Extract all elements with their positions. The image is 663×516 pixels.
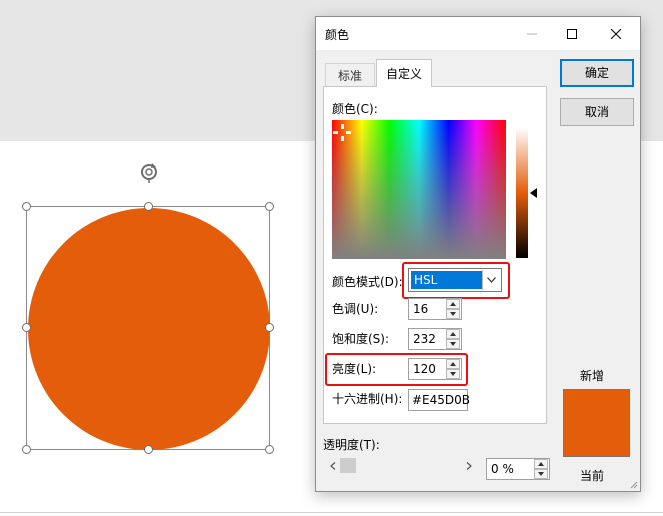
chevron-left-icon: [330, 461, 336, 470]
dialog-titlebar: 颜色: [316, 17, 640, 50]
saturation-decrement-button[interactable]: [446, 339, 460, 349]
saturation-value: 232: [413, 332, 436, 346]
highlight-box-color-mode: [402, 262, 510, 299]
rotate-icon[interactable]: [138, 161, 160, 183]
arrow-up-icon: [538, 462, 544, 466]
hue-decrement-button[interactable]: [446, 309, 460, 319]
circle-shape[interactable]: [28, 208, 270, 450]
maximize-icon: [567, 28, 577, 39]
current-color-label: 当前: [580, 469, 605, 483]
luminance-pointer-icon[interactable]: [530, 188, 537, 198]
resize-handle-top[interactable]: [144, 202, 153, 211]
transparency-decrement-button[interactable]: [534, 469, 548, 479]
scroll-left-button[interactable]: [326, 457, 340, 474]
saturation-increment-button[interactable]: [446, 329, 460, 339]
arrow-up-icon: [450, 332, 456, 336]
slider-thumb[interactable]: [340, 458, 356, 473]
transparency-label: 透明度(T):: [323, 438, 380, 452]
minimize-icon: [512, 17, 552, 50]
transparency-slider[interactable]: [326, 457, 476, 474]
maximize-button[interactable]: [552, 17, 592, 50]
chevron-right-icon: [466, 461, 472, 470]
arrow-down-icon: [538, 472, 544, 476]
hue-increment-button[interactable]: [446, 299, 460, 309]
color-dialog: 颜色 标准 自定义 颜色(C): 颜色模式(D): HSL 色调(U): 16: [315, 16, 641, 492]
hue-label: 色调(U):: [332, 302, 379, 316]
dialog-title: 颜色: [325, 28, 350, 42]
hue-spinner[interactable]: 16: [408, 298, 462, 320]
hue-value: 16: [413, 302, 429, 316]
transparency-value: 0 %: [491, 462, 514, 476]
resize-grip-icon[interactable]: [628, 479, 638, 489]
cancel-button[interactable]: 取消: [560, 98, 634, 126]
arrow-up-icon: [450, 302, 456, 306]
resize-handle-bottom-right[interactable]: [265, 445, 274, 454]
transparency-increment-button[interactable]: [534, 459, 548, 469]
arrow-down-icon: [450, 312, 456, 316]
crosshair-icon[interactable]: [333, 124, 353, 144]
hex-label: 十六进制(H):: [332, 392, 403, 406]
arrow-down-icon: [450, 342, 456, 346]
scroll-right-button[interactable]: [462, 457, 476, 474]
canvas-divider: [0, 512, 663, 513]
colors-label: 颜色(C):: [332, 102, 378, 116]
highlight-box-luminance: [325, 353, 468, 386]
resize-handle-right[interactable]: [265, 323, 274, 332]
close-button[interactable]: [596, 17, 636, 50]
hex-input[interactable]: #E45D0B: [408, 389, 470, 411]
new-color-swatch: [563, 389, 630, 457]
resize-handle-top-right[interactable]: [265, 202, 274, 211]
ok-button[interactable]: 确定: [560, 59, 634, 87]
luminance-slider[interactable]: [516, 127, 528, 258]
transparency-spinner[interactable]: 0 %: [486, 458, 550, 480]
tab-standard[interactable]: 标准: [325, 63, 375, 87]
resize-handle-top-left[interactable]: [22, 202, 31, 211]
saturation-spinner[interactable]: 232: [408, 328, 462, 350]
resize-handle-bottom-left[interactable]: [22, 445, 31, 454]
resize-handle-left[interactable]: [22, 323, 31, 332]
color-spectrum[interactable]: [332, 120, 506, 259]
close-icon: [611, 28, 621, 39]
saturation-label: 饱和度(S):: [332, 332, 390, 346]
color-mode-label: 颜色模式(D):: [332, 275, 403, 289]
tab-custom[interactable]: 自定义: [376, 59, 432, 87]
new-color-label: 新增: [580, 369, 605, 383]
resize-handle-bottom[interactable]: [144, 445, 153, 454]
